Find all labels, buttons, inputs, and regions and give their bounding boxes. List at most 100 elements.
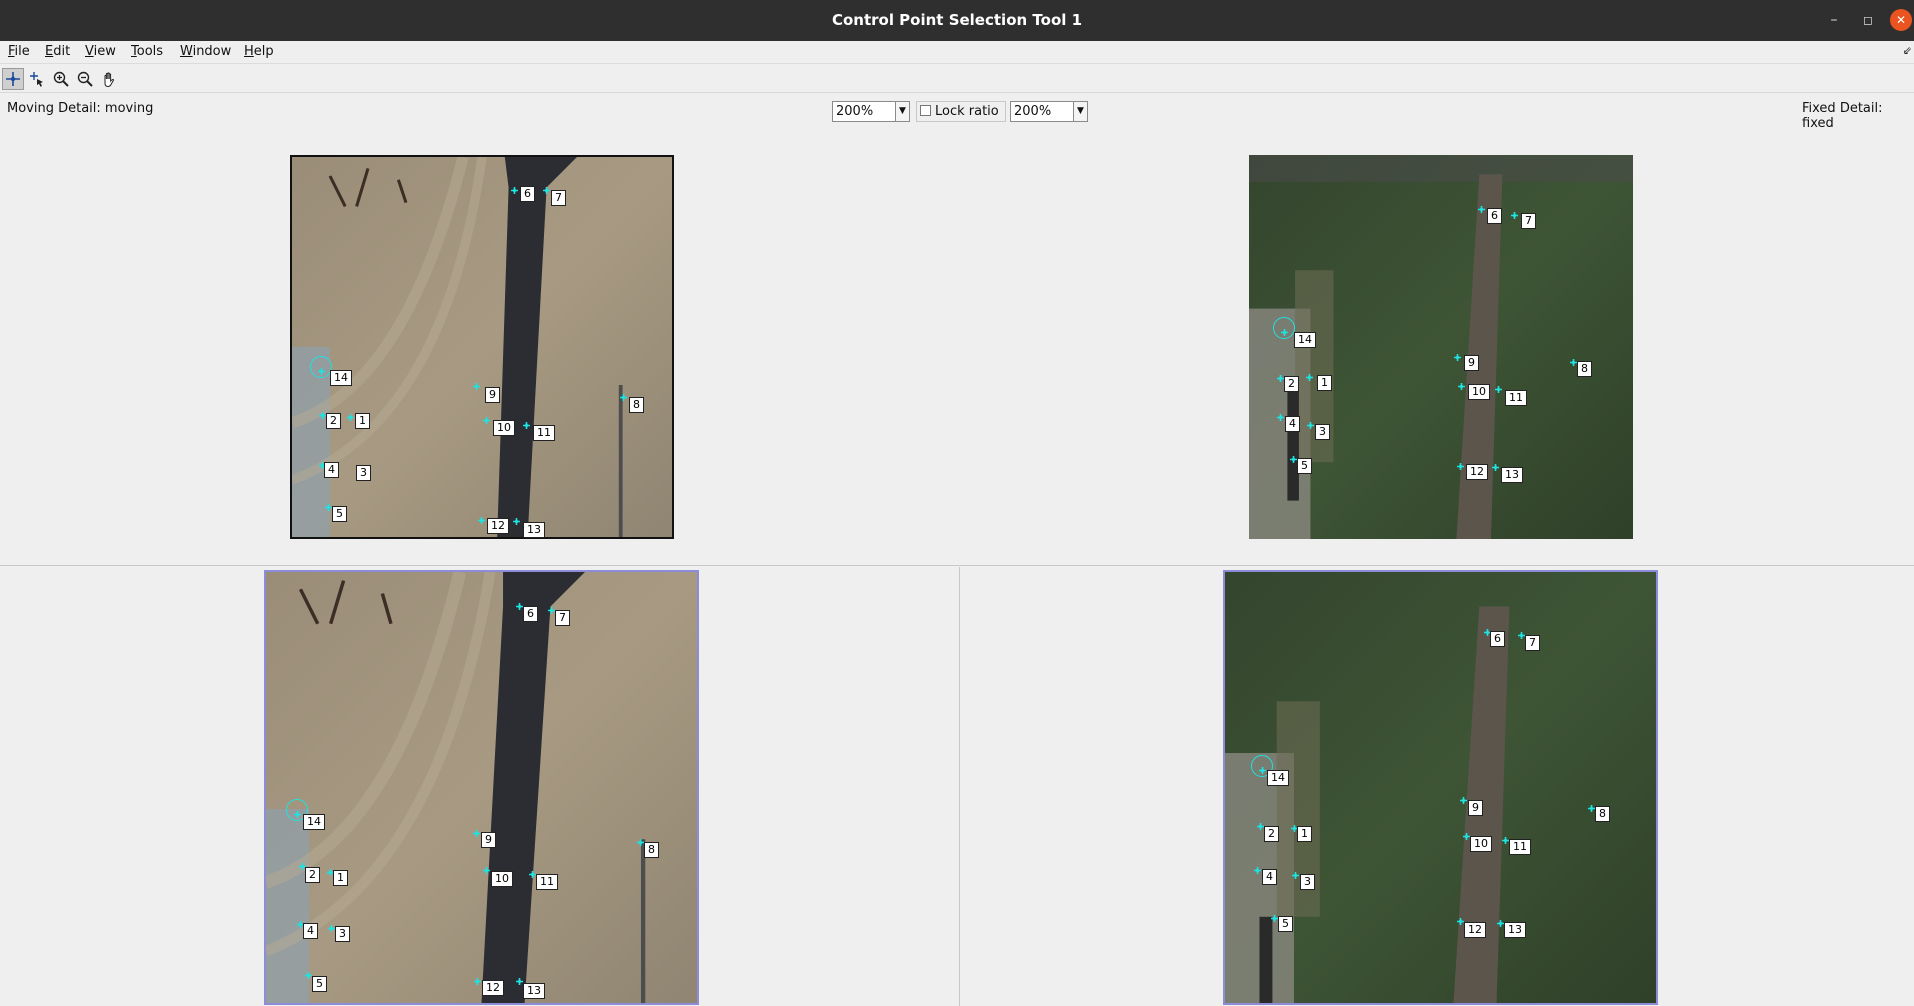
add-point-icon[interactable] xyxy=(2,68,24,90)
control-point-marker-icon[interactable] xyxy=(529,867,536,878)
lock-ratio-label: Lock ratio xyxy=(935,104,999,119)
selected-point-ring-icon[interactable] xyxy=(1273,317,1295,339)
control-point-marker-icon[interactable] xyxy=(511,183,518,194)
control-point-label: 3 xyxy=(335,926,350,942)
control-point-marker-icon[interactable] xyxy=(1511,208,1518,219)
close-icon[interactable]: ✕ xyxy=(1890,9,1912,31)
control-point-marker-icon[interactable] xyxy=(523,418,530,429)
control-point-marker-icon[interactable] xyxy=(474,974,481,985)
control-point-label: 8 xyxy=(629,397,644,413)
title-bar: Control Point Selection Tool 1 – ◻ ✕ xyxy=(0,0,1914,41)
zoom-in-icon[interactable] xyxy=(50,68,72,90)
menu-window[interactable]: Window xyxy=(180,44,231,59)
maximize-icon[interactable]: ◻ xyxy=(1857,9,1879,31)
control-point-marker-icon[interactable] xyxy=(1254,863,1261,874)
control-point-marker-icon[interactable] xyxy=(516,974,523,985)
control-point-marker-icon[interactable] xyxy=(1463,829,1470,840)
control-point-marker-icon[interactable] xyxy=(1495,382,1502,393)
control-point-label: 1 xyxy=(333,870,348,886)
menu-edit[interactable]: Edit xyxy=(45,44,70,59)
control-point-label: 11 xyxy=(536,874,558,890)
checkbox-icon[interactable] xyxy=(920,105,931,116)
control-point-label: 10 xyxy=(1470,836,1492,852)
control-point-marker-icon[interactable] xyxy=(1457,459,1464,470)
control-point-marker-icon[interactable] xyxy=(1290,452,1297,463)
control-point-marker-icon[interactable] xyxy=(1457,914,1464,925)
menu-overflow-icon[interactable]: ⇙ xyxy=(1903,44,1912,57)
control-point-marker-icon[interactable] xyxy=(543,183,550,194)
control-point-marker-icon[interactable] xyxy=(1271,911,1278,922)
control-point-label: 7 xyxy=(1525,635,1540,651)
control-point-marker-icon[interactable] xyxy=(319,408,326,419)
control-point-marker-icon[interactable] xyxy=(1277,410,1284,421)
fixed-detail-image[interactable] xyxy=(1223,570,1658,1005)
control-point-label: 9 xyxy=(1468,800,1483,816)
menu-tools[interactable]: Tools xyxy=(131,44,163,59)
control-point-label: 2 xyxy=(1264,826,1279,842)
control-point-marker-icon[interactable] xyxy=(1454,350,1461,361)
control-point-label: 13 xyxy=(1501,467,1523,483)
select-point-icon[interactable] xyxy=(26,68,48,90)
control-point-label: 14 xyxy=(303,814,325,830)
chevron-down-icon[interactable]: ▼ xyxy=(1073,102,1087,121)
control-point-marker-icon[interactable] xyxy=(1306,370,1313,381)
control-point-marker-icon[interactable] xyxy=(548,603,555,614)
control-point-marker-icon[interactable] xyxy=(1460,793,1467,804)
control-point-marker-icon[interactable] xyxy=(516,599,523,610)
control-point-marker-icon[interactable] xyxy=(1497,916,1504,927)
minimize-icon[interactable]: – xyxy=(1823,9,1845,31)
control-point-label: 12 xyxy=(482,980,504,996)
control-point-marker-icon[interactable] xyxy=(1492,460,1499,471)
control-point-marker-icon[interactable] xyxy=(1502,833,1509,844)
control-point-marker-icon[interactable] xyxy=(483,863,490,874)
control-point-marker-icon[interactable] xyxy=(1292,868,1299,879)
control-point-marker-icon[interactable] xyxy=(637,835,644,846)
menu-view[interactable]: View xyxy=(85,44,116,59)
control-point-marker-icon[interactable] xyxy=(620,390,627,401)
control-point-label: 3 xyxy=(1300,874,1315,890)
control-point-marker-icon[interactable] xyxy=(299,859,306,870)
control-point-marker-icon[interactable] xyxy=(1478,202,1485,213)
control-point-label: 6 xyxy=(1490,631,1505,647)
selected-point-ring-icon[interactable] xyxy=(310,356,332,378)
control-point-label: 3 xyxy=(356,465,371,481)
control-point-marker-icon[interactable] xyxy=(1307,418,1314,429)
fixed-zoom-select[interactable]: 200% ▼ xyxy=(1010,101,1088,122)
control-point-marker-icon[interactable] xyxy=(473,826,480,837)
moving-detail-image[interactable] xyxy=(264,570,699,1005)
control-point-label: 8 xyxy=(644,842,659,858)
control-point-marker-icon[interactable] xyxy=(1588,801,1595,812)
control-point-marker-icon[interactable] xyxy=(1277,371,1284,382)
control-point-marker-icon[interactable] xyxy=(328,921,335,932)
chevron-down-icon[interactable]: ▼ xyxy=(895,102,909,121)
menu-file[interactable]: File xyxy=(8,44,30,59)
control-point-marker-icon[interactable] xyxy=(1518,628,1525,639)
control-point-label: 14 xyxy=(1267,770,1289,786)
control-point-marker-icon[interactable] xyxy=(1458,379,1465,390)
moving-zoom-select[interactable]: 200% ▼ xyxy=(832,101,910,122)
control-point-label: 2 xyxy=(326,413,341,429)
control-point-label: 14 xyxy=(330,370,352,386)
control-point-label: 12 xyxy=(1466,464,1488,480)
pan-hand-icon[interactable] xyxy=(98,68,120,90)
control-point-marker-icon[interactable] xyxy=(305,968,312,979)
control-point-marker-icon[interactable] xyxy=(1257,819,1264,830)
lock-ratio-checkbox[interactable]: Lock ratio xyxy=(916,101,1006,122)
control-point-label: 10 xyxy=(1468,384,1490,400)
control-point-marker-icon[interactable] xyxy=(325,500,332,511)
moving-overview-image[interactable] xyxy=(290,155,674,539)
control-point-marker-icon[interactable] xyxy=(478,513,485,524)
control-point-marker-icon[interactable] xyxy=(347,410,354,421)
control-point-marker-icon[interactable] xyxy=(483,413,490,424)
control-point-marker-icon[interactable] xyxy=(473,379,480,390)
menu-help[interactable]: Help xyxy=(244,44,274,59)
window-title: Control Point Selection Tool 1 xyxy=(831,11,1083,29)
zoom-out-icon[interactable] xyxy=(74,68,96,90)
control-point-marker-icon[interactable] xyxy=(1570,355,1577,366)
control-point-label: 14 xyxy=(1294,332,1316,348)
control-point-marker-icon[interactable] xyxy=(513,514,520,525)
control-point-label: 9 xyxy=(1464,355,1479,371)
control-point-label: 11 xyxy=(1505,390,1527,406)
control-point-label: 13 xyxy=(523,983,545,999)
control-point-label: 1 xyxy=(1297,826,1312,842)
